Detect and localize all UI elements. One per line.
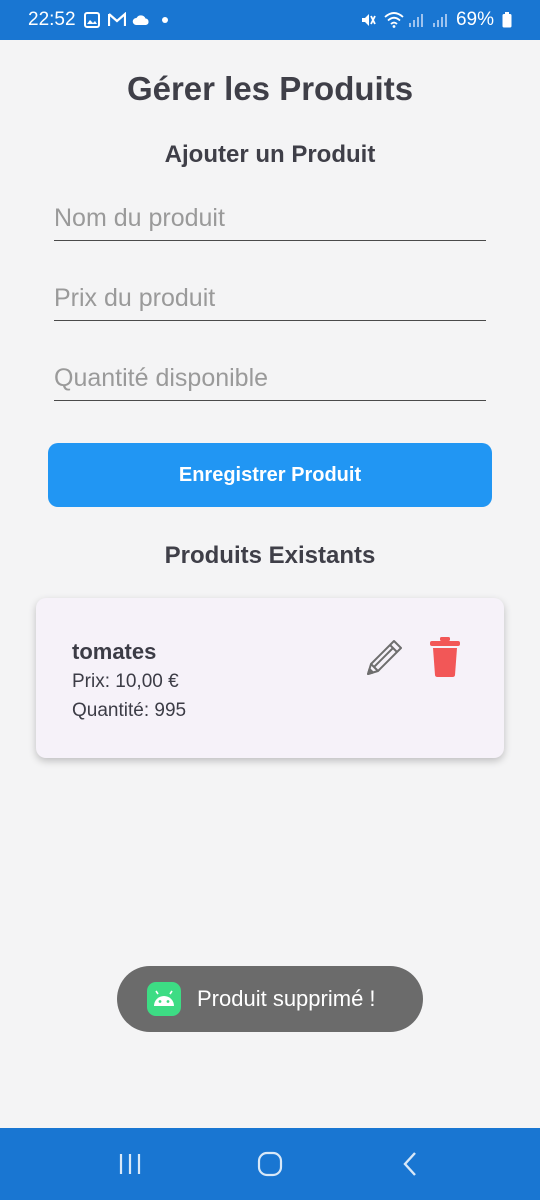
pencil-icon (367, 640, 402, 675)
home-icon (257, 1151, 283, 1177)
status-time: 22:52 (28, 9, 76, 30)
cloud-icon (132, 12, 149, 28)
battery-icon (502, 12, 512, 28)
back-button[interactable] (390, 1144, 430, 1184)
recent-apps-icon (119, 1154, 141, 1174)
toast: Produit supprimé ! (117, 966, 423, 1032)
signal-2-icon (432, 12, 448, 28)
edit-product-button[interactable] (362, 636, 406, 680)
product-price: Prix: 10,00 € (72, 671, 179, 692)
toast-message: Produit supprimé ! (197, 986, 376, 1011)
signal-icon (408, 12, 424, 28)
status-bar: 22:52 69% (0, 0, 540, 40)
android-app-icon (147, 982, 181, 1016)
recent-apps-button[interactable] (110, 1144, 150, 1184)
status-left: 22:52 (28, 9, 168, 31)
add-product-section-title: Ajouter un Produit (164, 141, 376, 168)
home-button[interactable] (250, 1144, 290, 1184)
product-name-input[interactable] (54, 197, 486, 241)
gmail-icon (107, 11, 126, 28)
notification-dot-icon (161, 17, 168, 23)
back-icon (403, 1152, 416, 1176)
save-product-button[interactable]: Enregistrer Produit (48, 443, 492, 507)
product-card: tomates Prix: 10,00 € Quantité: 995 (36, 598, 504, 758)
mute-icon (360, 12, 376, 28)
existing-products-section-title: Produits Existants (164, 542, 376, 569)
product-price-input[interactable] (54, 277, 486, 321)
delete-product-button[interactable] (428, 636, 462, 678)
battery-percent: 69% (455, 9, 494, 30)
product-quantity-input[interactable] (54, 357, 486, 401)
wifi-icon (384, 12, 404, 28)
product-name: tomates (72, 639, 157, 664)
product-quantity: Quantité: 995 (72, 700, 187, 721)
navigation-bar (0, 1128, 540, 1200)
image-icon (83, 12, 100, 28)
trash-icon (430, 637, 460, 677)
page-title: Gérer les Produits (126, 70, 414, 107)
status-right: 69% (360, 9, 512, 31)
